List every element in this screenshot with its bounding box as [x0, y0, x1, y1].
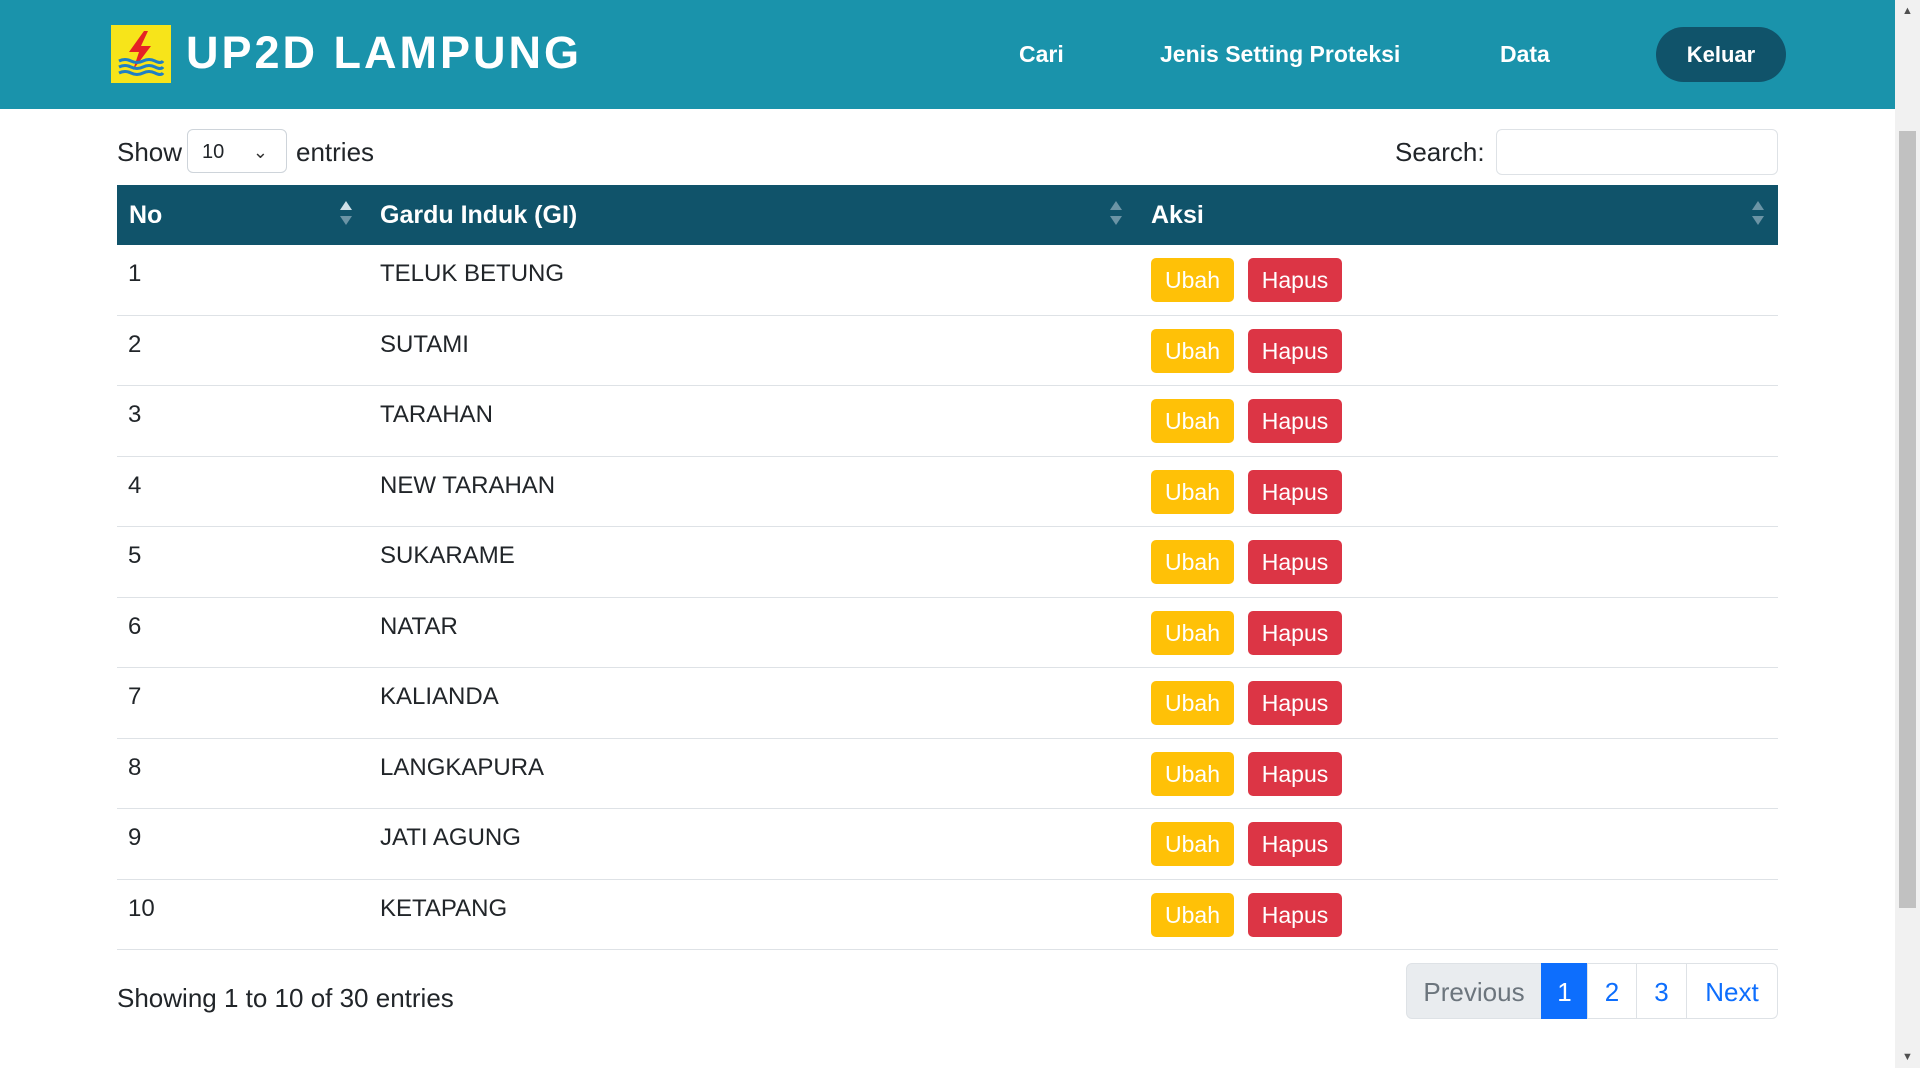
pagination-previous[interactable]: Previous: [1406, 963, 1542, 1019]
row-number: 3: [128, 401, 142, 428]
chevron-down-icon: ⌄: [252, 142, 268, 162]
nav-cari[interactable]: Cari: [1019, 34, 1064, 74]
pln-lightning-logo-icon[interactable]: [111, 25, 171, 83]
search-label: Search:: [1395, 137, 1485, 167]
delete-button[interactable]: Hapus: [1248, 540, 1342, 584]
gardu-induk-name: NATAR: [380, 612, 458, 640]
gardu-induk-name: TELUK BETUNG: [380, 260, 565, 287]
row-number: 4: [128, 471, 142, 499]
edit-button[interactable]: Ubah: [1151, 399, 1234, 443]
row-number: 1: [128, 260, 142, 287]
delete-button[interactable]: Hapus: [1248, 681, 1342, 725]
scrollbar-thumb[interactable]: [1899, 131, 1916, 908]
table-row: 1 TELUK BETUNG Ubah Hapus: [117, 245, 1778, 316]
table-body: 1 TELUK BETUNG Ubah Hapus 2 SUTAMI Ubah …: [117, 245, 1778, 950]
table-row: 4 NEW TARAHAN Ubah Hapus: [117, 457, 1778, 527]
nav-data[interactable]: Data: [1500, 34, 1550, 74]
edit-button[interactable]: Ubah: [1151, 751, 1234, 796]
gardu-induk-name: JATI AGUNG: [380, 824, 521, 851]
edit-button[interactable]: Ubah: [1151, 681, 1234, 725]
logout-button[interactable]: Keluar: [1656, 27, 1786, 82]
delete-button[interactable]: Hapus: [1248, 328, 1342, 373]
table-row: 9 JATI AGUNG Ubah Hapus: [117, 809, 1778, 880]
show-label: Show: [117, 137, 183, 167]
row-number: 5: [128, 542, 142, 569]
delete-button[interactable]: Hapus: [1248, 892, 1342, 937]
scroll-up-arrow-icon[interactable]: ▲: [1895, 0, 1920, 22]
gardu-induk-name: LANGKAPURA: [380, 753, 545, 781]
edit-button[interactable]: Ubah: [1151, 258, 1234, 302]
page-scrollbar[interactable]: ▲ ▼: [1895, 0, 1920, 1068]
sort-icon[interactable]: [1110, 201, 1122, 229]
table-row: 2 SUTAMI Ubah Hapus: [117, 316, 1778, 386]
row-number: 2: [128, 330, 142, 358]
column-header-aksi[interactable]: Aksi: [1151, 185, 1204, 245]
edit-button[interactable]: Ubah: [1151, 540, 1234, 584]
table-row: 5 SUKARAME Ubah Hapus: [117, 527, 1778, 598]
gardu-induk-name: SUKARAME: [380, 542, 515, 569]
gardu-induk-name: SUTAMI: [380, 330, 469, 358]
entries-per-page-value: 10: [202, 141, 225, 163]
gardu-induk-name: NEW TARAHAN: [380, 471, 556, 499]
row-number: 7: [128, 683, 142, 710]
sort-ascending-icon[interactable]: [340, 201, 352, 229]
entries-label: entries: [296, 137, 375, 167]
row-number: 6: [128, 612, 142, 640]
nav-jenis-setting-proteksi[interactable]: Jenis Setting Proteksi: [1160, 34, 1400, 74]
edit-button[interactable]: Ubah: [1151, 892, 1234, 937]
delete-button[interactable]: Hapus: [1248, 258, 1342, 302]
table-row: 8 LANGKAPURA Ubah Hapus: [117, 739, 1778, 809]
row-number: 10: [128, 894, 155, 922]
edit-button[interactable]: Ubah: [1151, 469, 1234, 514]
table-info: Showing 1 to 10 of 30 entries: [117, 983, 454, 1013]
edit-button[interactable]: Ubah: [1151, 822, 1234, 866]
table-row: 7 KALIANDA Ubah Hapus: [117, 668, 1778, 739]
entries-per-page-select[interactable]: 10 ⌄: [187, 129, 287, 173]
gardu-induk-name: KALIANDA: [380, 683, 499, 710]
row-number: 9: [128, 824, 142, 851]
delete-button[interactable]: Hapus: [1248, 822, 1342, 866]
pagination-page-1[interactable]: 1: [1541, 963, 1588, 1019]
table-header: No Gardu Induk (GI) Aksi: [117, 185, 1778, 245]
row-number: 8: [128, 753, 142, 781]
pagination-next[interactable]: Next: [1686, 963, 1778, 1019]
delete-button[interactable]: Hapus: [1248, 399, 1342, 443]
search-input[interactable]: [1496, 129, 1778, 175]
pagination-page-3[interactable]: 3: [1636, 963, 1687, 1019]
delete-button[interactable]: Hapus: [1248, 610, 1342, 655]
edit-button[interactable]: Ubah: [1151, 610, 1234, 655]
sort-icon[interactable]: [1752, 201, 1764, 229]
delete-button[interactable]: Hapus: [1248, 751, 1342, 796]
table-row: 6 NATAR Ubah Hapus: [117, 598, 1778, 668]
edit-button[interactable]: Ubah: [1151, 328, 1234, 373]
column-header-no[interactable]: No: [129, 185, 162, 245]
table-row: 3 TARAHAN Ubah Hapus: [117, 386, 1778, 457]
gardu-induk-name: KETAPANG: [380, 894, 508, 922]
scroll-down-arrow-icon[interactable]: ▼: [1895, 1046, 1920, 1068]
brand-title[interactable]: UP2D LAMPUNG: [186, 25, 582, 81]
gardu-induk-name: TARAHAN: [380, 401, 493, 428]
top-navbar: UP2D LAMPUNG Cari Jenis Setting Proteksi…: [0, 0, 1895, 109]
pagination-page-2[interactable]: 2: [1587, 963, 1637, 1019]
table-row: 10 KETAPANG Ubah Hapus: [117, 880, 1778, 950]
delete-button[interactable]: Hapus: [1248, 469, 1342, 514]
column-header-gardu-induk[interactable]: Gardu Induk (GI): [380, 185, 577, 245]
